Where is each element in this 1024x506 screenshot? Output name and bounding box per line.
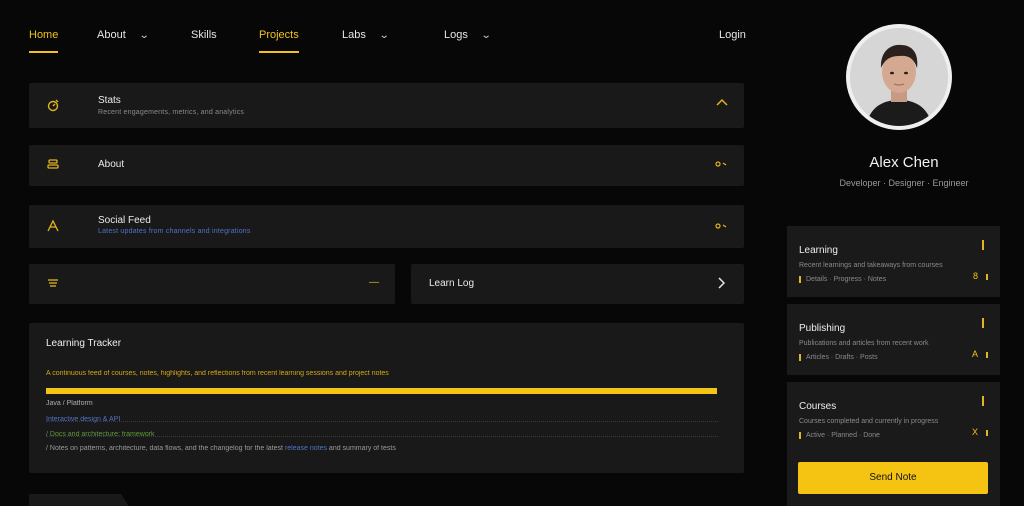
profile-role: Developer · Designer · Engineer	[839, 178, 969, 188]
tracker-progress	[46, 388, 717, 394]
nav-projects[interactable]: Projects	[259, 28, 299, 53]
bookmark-icon	[982, 240, 984, 250]
divider	[46, 421, 718, 422]
nav-about-label: About	[97, 29, 126, 41]
side-card-title: Learning	[799, 245, 838, 256]
avatar	[846, 24, 952, 130]
side-card-badge: 8	[972, 271, 978, 281]
nav-labs[interactable]: Labs ⌄	[342, 28, 390, 42]
send-note-button[interactable]: Send Note	[798, 462, 988, 494]
nav-logs-label: Logs	[444, 29, 468, 41]
nav-projects-label: Projects	[259, 29, 299, 41]
tracker-line2: Java / Platform	[46, 400, 93, 407]
timer-icon	[45, 98, 61, 114]
nav-about[interactable]: About ⌄	[97, 28, 150, 42]
nav-login-label: Login	[719, 29, 746, 41]
tracker-progress-fill	[46, 388, 717, 394]
bottom-tab[interactable]	[29, 494, 129, 506]
nav-login[interactable]: Login	[719, 28, 746, 42]
social-card[interactable]: Social Feed Latest updates from channels…	[29, 205, 744, 248]
top-nav: Home About ⌄ Skills Projects Labs ⌄ Logs…	[0, 0, 770, 60]
side-card-badge: A	[971, 349, 978, 359]
stats-card[interactable]: Stats Recent engagements, metrics, and a…	[29, 83, 744, 128]
tick-icon	[986, 274, 988, 280]
side-card-desc: Publications and articles from recent wo…	[799, 340, 929, 347]
social-title: Social Feed	[98, 215, 151, 226]
side-card-meta: Details · Progress · Notes	[799, 276, 886, 283]
about-card[interactable]: About	[29, 145, 744, 186]
side-card-title: Courses	[799, 401, 837, 412]
nav-skills-label: Skills	[191, 29, 217, 41]
tracker-title: Learning Tracker	[46, 338, 122, 349]
menu-icon	[45, 276, 61, 292]
letter-a-icon	[45, 219, 61, 235]
nav-home-label: Home	[29, 29, 59, 41]
side-card-badge: X	[971, 427, 978, 437]
stats-subtitle: Recent engagements, metrics, and analyti…	[98, 109, 245, 116]
side-card-learning[interactable]: Learning Recent learnings and takeaways …	[787, 226, 1000, 297]
tracker-line1: A continuous feed of courses, notes, hig…	[46, 370, 389, 377]
arrow-icon[interactable]	[715, 158, 727, 171]
filter-card[interactable]: —	[29, 264, 395, 304]
chevron-down-icon: ⌄	[378, 29, 390, 41]
stack-icon	[45, 157, 61, 173]
side-card-title: Publishing	[799, 323, 846, 334]
bookmark-icon	[982, 318, 984, 328]
tracker-line5-c: and summary of tests	[328, 445, 396, 452]
tracker-line3: Interactive design & API	[46, 416, 121, 423]
learn-log-title: Learn Log	[429, 278, 475, 289]
tick-icon	[986, 430, 988, 436]
chevron-up-icon[interactable]	[716, 98, 728, 109]
nav-home[interactable]: Home	[29, 28, 59, 53]
chevron-right-icon[interactable]	[717, 277, 726, 292]
side-card-desc: Recent learnings and takeaways from cour…	[799, 262, 943, 269]
avatar-image	[850, 28, 948, 126]
nav-labs-label: Labs	[342, 29, 366, 41]
side-card-meta: Active · Planned · Done	[799, 432, 880, 439]
side-card-desc: Courses completed and currently in progr…	[799, 418, 939, 425]
tracker-line5-a: / Notes on patterns, architecture, data …	[46, 445, 283, 452]
tick-icon	[986, 352, 988, 358]
side-card-publishing[interactable]: Publishing Publications and articles fro…	[787, 304, 1000, 375]
profile-name: Alex Chen	[869, 154, 939, 171]
chevron-down-icon: ⌄	[138, 29, 150, 41]
nav-logs[interactable]: Logs ⌄	[444, 28, 492, 42]
stats-title: Stats	[98, 95, 121, 106]
tracker-line4: / Docs and architecture: framework	[46, 431, 155, 438]
side-card-meta: Articles · Drafts · Posts	[799, 354, 878, 361]
tracker-line5-b[interactable]: release notes	[285, 445, 327, 452]
about-title: About	[98, 159, 125, 170]
filter-trail: —	[369, 277, 379, 288]
bookmark-icon	[982, 396, 984, 406]
chevron-down-icon: ⌄	[480, 29, 492, 41]
nav-skills[interactable]: Skills	[191, 28, 217, 42]
tracker-line5: / Notes on patterns, architecture, data …	[46, 445, 718, 452]
arrow-icon[interactable]	[715, 220, 727, 233]
social-subtitle: Latest updates from channels and integra…	[98, 228, 251, 235]
learn-log-card[interactable]: Learn Log	[411, 264, 744, 304]
